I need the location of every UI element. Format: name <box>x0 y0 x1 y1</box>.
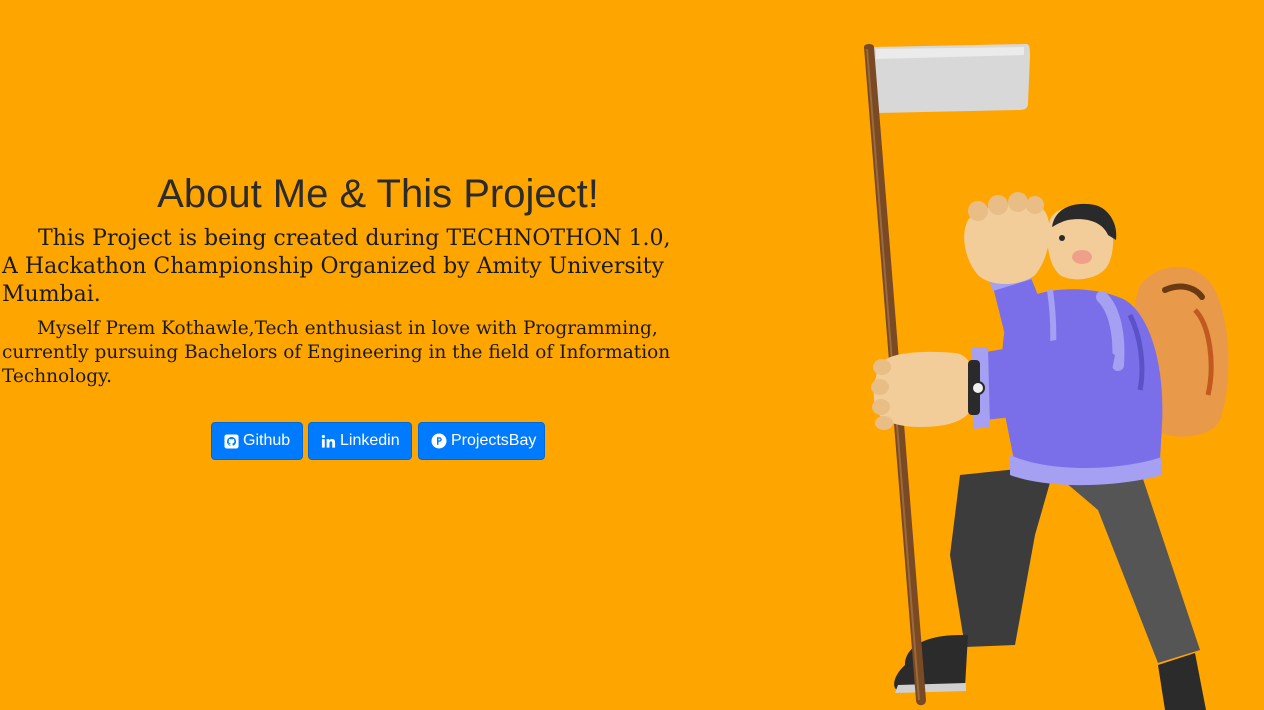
github-label: Github <box>243 432 291 449</box>
hiker-illustration <box>864 44 1229 710</box>
linkedin-button[interactable]: Linkedin <box>308 422 412 460</box>
back-leg <box>1045 455 1200 663</box>
github-button[interactable]: Github <box>211 422 303 460</box>
page-title: About Me & This Project! <box>157 172 599 216</box>
linkedin-icon <box>321 433 336 449</box>
project-description: This Project is being created during TEC… <box>2 226 671 307</box>
projectsbay-button[interactable]: ProjectsBay <box>418 422 545 460</box>
author-description: Myself Prem Kothawle,Tech enthusiast in … <box>2 318 671 387</box>
front-arm <box>980 335 1115 420</box>
front-leg <box>950 465 1055 647</box>
back-shoe <box>1158 653 1206 710</box>
github-icon <box>224 433 239 449</box>
linkedin-label: Linkedin <box>340 432 400 449</box>
front-shoe <box>894 635 968 690</box>
social-buttons: Github Linkedin ProjectsBay <box>211 422 545 460</box>
projectsbay-icon <box>431 433 447 449</box>
title-wrap: About Me & This Project! <box>2 168 754 220</box>
projectsbay-label: ProjectsBay <box>451 432 537 449</box>
